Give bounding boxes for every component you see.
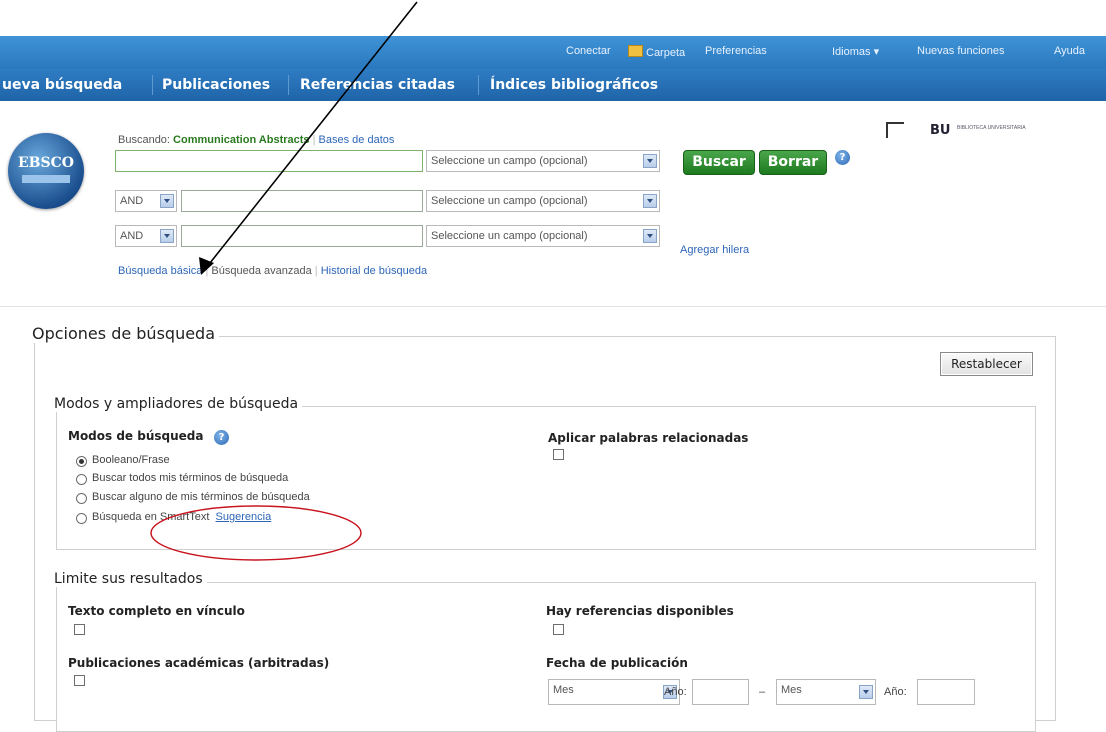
- annotation-overlay: [150, 1, 418, 561]
- annotation-arrow-line: [205, 1, 418, 269]
- annotation-red-ellipse: [150, 505, 362, 561]
